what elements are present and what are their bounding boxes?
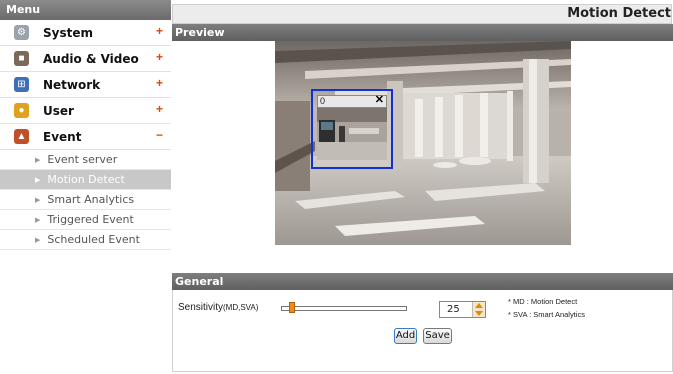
preview-panel: 0 ✕ [172, 41, 673, 273]
preview-header: Preview [172, 24, 673, 41]
sidebar-item-audio-video[interactable]: ■ Audio & Video + [0, 46, 171, 72]
collapse-icon[interactable]: − [156, 128, 163, 142]
note-md: * MD : Motion Detect [508, 297, 578, 306]
system-icon: ⚙ [14, 25, 29, 40]
arrow-right-icon: ▶ [35, 175, 41, 184]
expand-icon[interactable]: + [156, 76, 163, 90]
sensitivity-label-suffix: (MD,SVA) [223, 303, 259, 312]
chevron-up-icon[interactable] [475, 303, 483, 308]
md-window-region [317, 108, 387, 160]
sidebar-item-user[interactable]: ● User + [0, 98, 171, 124]
motion-detect-window[interactable]: 0 ✕ [311, 89, 393, 169]
expand-icon[interactable]: + [156, 102, 163, 116]
expand-icon[interactable]: + [156, 24, 163, 38]
close-icon[interactable]: ✕ [375, 95, 384, 106]
sidebar-menu: Menu ⚙ System + ■ Audio & Video + ⊞ Netw… [0, 0, 171, 374]
menu-header: Menu [0, 0, 171, 20]
page-title-bar: Motion Detect [172, 4, 672, 24]
sidebar-subitem-motion-detect[interactable]: ▶ Motion Detect [0, 170, 171, 190]
arrow-right-icon: ▶ [35, 235, 41, 244]
sidebar-item-label: User [43, 103, 74, 118]
md-window-number: 0 [320, 96, 326, 106]
expand-icon[interactable]: + [156, 50, 163, 64]
arrow-right-icon: ▶ [35, 155, 41, 164]
sidebar-item-label: Event [43, 129, 82, 144]
sensitivity-label-text: Sensitivity [178, 302, 224, 313]
md-region-image [317, 108, 387, 160]
network-icon: ⊞ [14, 77, 29, 92]
sidebar-item-system[interactable]: ⚙ System + [0, 20, 171, 46]
general-header: General [172, 273, 673, 290]
save-button[interactable]: Save [423, 328, 452, 344]
sidebar-item-label: System [43, 25, 93, 40]
main-content: Motion Detect Preview 0 ✕ General Sensit… [172, 0, 673, 374]
chevron-down-icon[interactable] [475, 311, 483, 316]
sidebar-subitem-label: Smart Analytics [47, 193, 135, 206]
note-sva: * SVA : Smart Analytics [508, 310, 585, 319]
sensitivity-slider-handle[interactable] [289, 302, 295, 313]
sidebar-subitem-label: Event server [47, 153, 118, 166]
add-button[interactable]: Add [394, 328, 417, 344]
user-icon: ● [14, 103, 29, 118]
sensitivity-value[interactable]: 25 [447, 304, 460, 315]
sensitivity-label: Sensitivity(MD,SVA) [178, 302, 258, 313]
spin-buttons[interactable] [472, 302, 485, 317]
sidebar-item-event[interactable]: ▲ Event − [0, 124, 171, 150]
page-title: Motion Detect [567, 6, 671, 21]
sidebar-item-label: Network [43, 77, 101, 92]
sidebar-subitem-label: Triggered Event [47, 213, 134, 226]
camera-preview[interactable]: 0 ✕ [275, 41, 571, 245]
event-icon: ▲ [14, 129, 29, 144]
sidebar-subitem-scheduled-event[interactable]: ▶ Scheduled Event [0, 230, 171, 250]
sidebar-subitem-label: Motion Detect [47, 173, 125, 186]
md-window-titlebar[interactable]: 0 ✕ [317, 95, 387, 108]
sidebar-subitem-label: Scheduled Event [47, 233, 140, 246]
general-panel: Sensitivity(MD,SVA) 25 * MD : Motion Det… [172, 290, 673, 372]
sidebar-subitem-smart-analytics[interactable]: ▶ Smart Analytics [0, 190, 171, 210]
arrow-right-icon: ▶ [35, 195, 41, 204]
arrow-right-icon: ▶ [35, 215, 41, 224]
sidebar-item-network[interactable]: ⊞ Network + [0, 72, 171, 98]
audio-video-icon: ■ [14, 51, 29, 66]
sidebar-item-label: Audio & Video [43, 51, 139, 66]
sensitivity-slider-track[interactable] [281, 306, 407, 311]
sidebar-subitem-triggered-event[interactable]: ▶ Triggered Event [0, 210, 171, 230]
sensitivity-stepper[interactable]: 25 [439, 301, 486, 318]
sidebar-subitem-event-server[interactable]: ▶ Event server [0, 150, 171, 170]
